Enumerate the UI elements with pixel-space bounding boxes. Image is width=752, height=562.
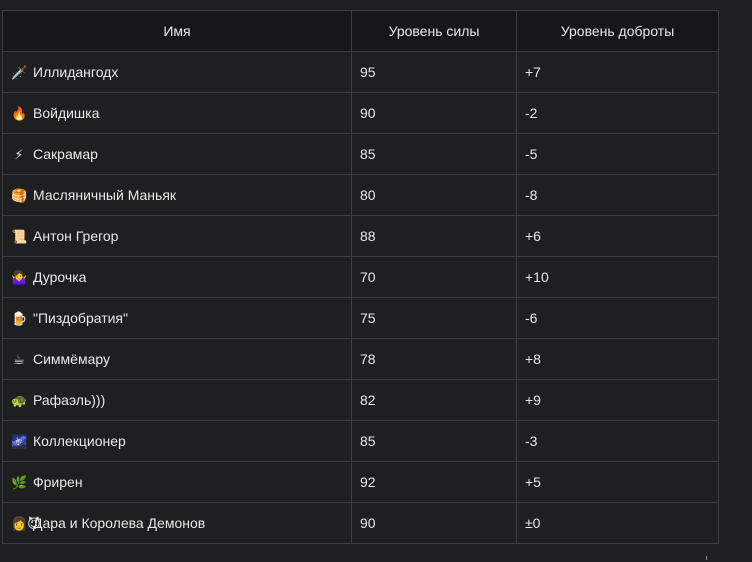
character-name: Масляничный Маньяк xyxy=(33,186,177,203)
character-name: Антон Грегор xyxy=(33,227,119,244)
table-header-row: Имя Уровень силы Уровень доброты xyxy=(2,10,719,52)
beer-icon: 🍺 xyxy=(11,311,28,327)
cell-name: 🗡️ Иллидангодх xyxy=(2,51,352,93)
cell-power: 85 xyxy=(351,420,517,462)
table-body: 🗡️ Иллидангодх 95 +7 🔥 Войдишка 90 -2 ⚡ Сакрамар 8… xyxy=(2,51,719,544)
cell-name: 🍺 "Пиздобратия" xyxy=(2,297,352,339)
table-row: 🌌 Коллекционер 85 -3 xyxy=(2,420,719,462)
woman-devil-icon: 👩😈 xyxy=(11,516,41,532)
table-row: 🗡️ Иллидангодх 95 +7 xyxy=(2,51,719,93)
table-row: 🐢 Рафаэль))) 82 +9 xyxy=(2,379,719,421)
cell-power: 78 xyxy=(351,338,517,380)
table-row: 🔥 Войдишка 90 -2 xyxy=(2,92,719,134)
galaxy-icon: 🌌 xyxy=(11,434,28,450)
character-name: "Пиздобратия" xyxy=(33,309,128,326)
character-name: Рафаэль))) xyxy=(33,391,106,408)
cell-kindness: +10 xyxy=(516,256,719,298)
page: Имя Уровень силы Уровень доброты 🗡️ Иллид… xyxy=(0,0,752,562)
character-name: Войдишка xyxy=(33,104,100,121)
cell-name: 🥞 Масляничный Маньяк xyxy=(2,174,352,216)
header-name: Имя xyxy=(2,10,352,52)
cell-name: 📜 Антон Грегор xyxy=(2,215,352,257)
table-row: ☕ Симмёмару 78 +8 xyxy=(2,338,719,380)
cell-power: 95 xyxy=(351,51,517,93)
table-row: 🤷‍♀️ Дурочка 70 +10 xyxy=(2,256,719,298)
character-name: Коллекционер xyxy=(33,432,126,449)
shrug-icon: 🤷‍♀️ xyxy=(11,270,28,286)
table-row: 👩😈Дара и Королева Демонов 90 ±0 xyxy=(2,502,719,544)
cursor-mark xyxy=(706,556,707,560)
herb-icon: 🌿 xyxy=(11,475,28,491)
cell-name: ☕ Симмёмару xyxy=(2,338,352,380)
character-stats-table: Имя Уровень силы Уровень доброты 🗡️ Иллид… xyxy=(2,10,719,544)
cell-power: 85 xyxy=(351,133,517,175)
cell-kindness: +9 xyxy=(516,379,719,421)
character-name: Дурочка xyxy=(33,268,87,285)
cell-name: 🤷‍♀️ Дурочка xyxy=(2,256,352,298)
table-row: 🌿 Фрирен 92 +5 xyxy=(2,461,719,503)
cell-name: 🌿 Фрирен xyxy=(2,461,352,503)
cell-name: 🔥 Войдишка xyxy=(2,92,352,134)
cell-power: 92 xyxy=(351,461,517,503)
cell-power: 80 xyxy=(351,174,517,216)
header-kindness: Уровень доброты xyxy=(516,10,719,52)
cell-kindness: +8 xyxy=(516,338,719,380)
table-row: 🥞 Масляничный Маньяк 80 -8 xyxy=(2,174,719,216)
cell-kindness: ±0 xyxy=(516,502,719,544)
cell-kindness: +5 xyxy=(516,461,719,503)
table-row: 📜 Антон Грегор 88 +6 xyxy=(2,215,719,257)
pancakes-icon: 🥞 xyxy=(11,188,28,204)
cell-name: 🐢 Рафаэль))) xyxy=(2,379,352,421)
character-name: Дара и Королева Демонов xyxy=(33,514,206,531)
character-name: Иллидангодх xyxy=(33,63,119,80)
cell-kindness: +6 xyxy=(516,215,719,257)
fire-icon: 🔥 xyxy=(11,106,28,122)
cell-power: 82 xyxy=(351,379,517,421)
character-name: Симмёмару xyxy=(33,350,111,367)
cell-kindness: -3 xyxy=(516,420,719,462)
table-row: 🍺 "Пиздобратия" 75 -6 xyxy=(2,297,719,339)
cell-name: 👩😈Дара и Королева Демонов xyxy=(2,502,352,544)
cell-power: 88 xyxy=(351,215,517,257)
coffee-icon: ☕ xyxy=(13,352,25,368)
cell-power: 75 xyxy=(351,297,517,339)
turtle-icon: 🐢 xyxy=(11,393,28,409)
cell-name: 🌌 Коллекционер xyxy=(2,420,352,462)
header-power: Уровень силы xyxy=(351,10,517,52)
cell-kindness: -2 xyxy=(516,92,719,134)
cell-power: 70 xyxy=(351,256,517,298)
lightning-icon: ⚡ xyxy=(14,147,24,163)
character-name: Сакрамар xyxy=(33,145,98,162)
dagger-icon: 🗡️ xyxy=(11,65,28,81)
cell-name: ⚡ Сакрамар xyxy=(2,133,352,175)
table-row: ⚡ Сакрамар 85 -5 xyxy=(2,133,719,175)
cell-kindness: +7 xyxy=(516,51,719,93)
scroll-icon: 📜 xyxy=(11,229,28,245)
cell-kindness: -8 xyxy=(516,174,719,216)
cell-power: 90 xyxy=(351,502,517,544)
cell-kindness: -5 xyxy=(516,133,719,175)
cell-kindness: -6 xyxy=(516,297,719,339)
cell-power: 90 xyxy=(351,92,517,134)
character-name: Фрирен xyxy=(33,473,83,490)
